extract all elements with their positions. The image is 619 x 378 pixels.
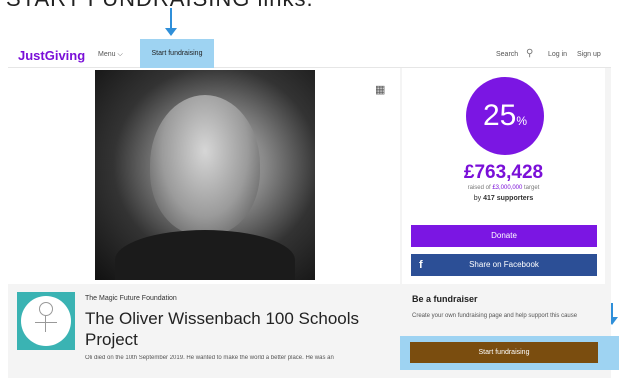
percent-sign: % bbox=[516, 114, 528, 128]
gallery-icon[interactable]: ▦ bbox=[375, 83, 385, 96]
site-header: JustGiving Menu ⌵ Start fundraising Sear… bbox=[8, 39, 611, 68]
donate-button[interactable]: Donate bbox=[411, 225, 597, 247]
avatar-circle bbox=[21, 296, 71, 346]
justgiving-logo[interactable]: JustGiving bbox=[18, 48, 85, 63]
stick-figure-icon bbox=[39, 302, 53, 316]
story-excerpt: Oli died on the 10th September 2019. He … bbox=[85, 355, 334, 361]
login-link[interactable]: Log in bbox=[548, 51, 567, 58]
search-link[interactable]: Search bbox=[496, 51, 518, 58]
profile-photo bbox=[95, 70, 315, 280]
fundraiser-description: Create your own fundraising page and hel… bbox=[412, 313, 578, 319]
search-icon[interactable]: ⚲ bbox=[526, 48, 533, 59]
supporters-count: 417 bbox=[483, 195, 495, 202]
menu-button[interactable]: Menu ⌵ bbox=[98, 51, 123, 59]
caption-text: START FUNDRAISING links. bbox=[6, 0, 314, 12]
arrow-icon bbox=[606, 303, 618, 325]
raised-prefix: raised of bbox=[467, 185, 491, 191]
share-label: Share on Facebook bbox=[469, 260, 539, 269]
progress-percent: 25 bbox=[482, 99, 517, 132]
page-title: The Oliver Wissenbach 100 Schools Projec… bbox=[85, 309, 360, 349]
stick-figure-body bbox=[45, 316, 46, 332]
charity-avatar bbox=[17, 292, 75, 350]
target-suffix: target bbox=[524, 185, 540, 191]
target-amount: £3,000,000 bbox=[492, 185, 523, 191]
fundraiser-heading: Be a fundraiser bbox=[412, 294, 478, 304]
supporters-prefix: by bbox=[473, 195, 482, 202]
target-text: raised of £3,000,000 target bbox=[402, 185, 605, 191]
raised-amount: £763,428 bbox=[463, 162, 544, 183]
arrow-icon bbox=[165, 8, 177, 36]
facebook-icon: f bbox=[419, 259, 423, 271]
signup-link[interactable]: Sign up bbox=[577, 51, 601, 58]
progress-circle: 25% bbox=[466, 77, 544, 155]
photo-shirt bbox=[115, 230, 295, 280]
share-facebook-button[interactable]: f Share on Facebook bbox=[411, 254, 597, 276]
supporters-suffix: supporters bbox=[496, 195, 534, 202]
start-fundraising-button[interactable]: Start fundraising bbox=[410, 342, 598, 363]
photo-face bbox=[150, 95, 260, 235]
foundation-name[interactable]: The Magic Future Foundation bbox=[85, 295, 177, 302]
start-fundraising-link[interactable]: Start fundraising bbox=[140, 39, 214, 68]
supporters-text: by 417 supporters bbox=[402, 195, 605, 202]
stick-figure-arms bbox=[35, 322, 57, 323]
